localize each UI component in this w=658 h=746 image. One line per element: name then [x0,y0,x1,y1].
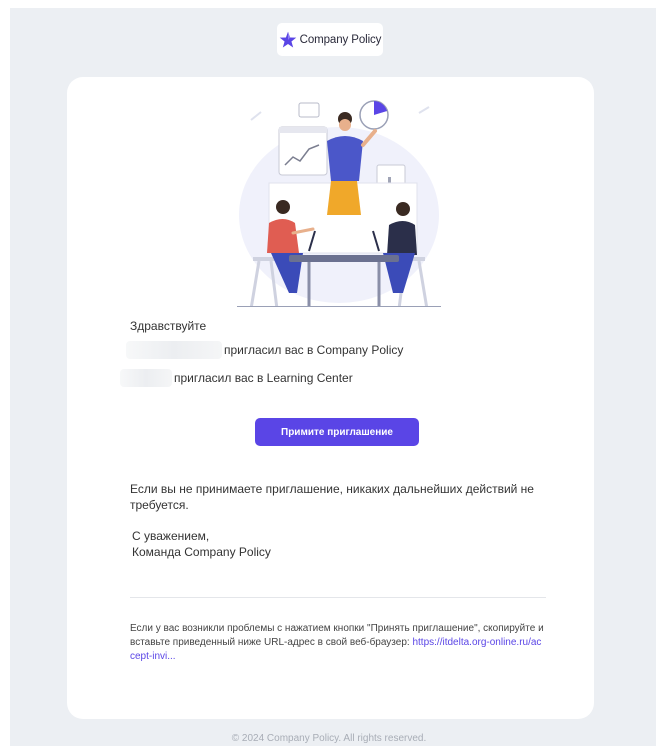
email-card: Здравствуйте пригласил вас в Company Pol… [67,77,594,719]
accept-invitation-button[interactable]: Примите приглашение [255,418,419,446]
redacted-name [126,341,222,359]
signoff-line1: С уважением, [132,529,210,543]
invite-company-policy-text: пригласил вас в Company Policy [224,343,404,357]
divider [130,597,546,598]
invite-learning-center-text: пригласил вас в Learning Center [174,371,353,385]
help-text: Если у вас возникли проблемы с нажатием … [130,622,546,664]
ignore-note-text: Если вы не принимаете приглашение, никак… [130,482,534,512]
logo-text: Company Policy [299,33,382,46]
star-icon [279,31,296,47]
redacted-name [120,369,172,387]
footer-copyright: © 2024 Company Policy. All rights reserv… [231,733,427,744]
signoff-line2: Команда Company Policy [132,545,271,559]
company-logo: Company Policy [277,23,383,56]
greeting-text: Здравствуйте [130,319,207,333]
meeting-illustration [237,100,441,307]
